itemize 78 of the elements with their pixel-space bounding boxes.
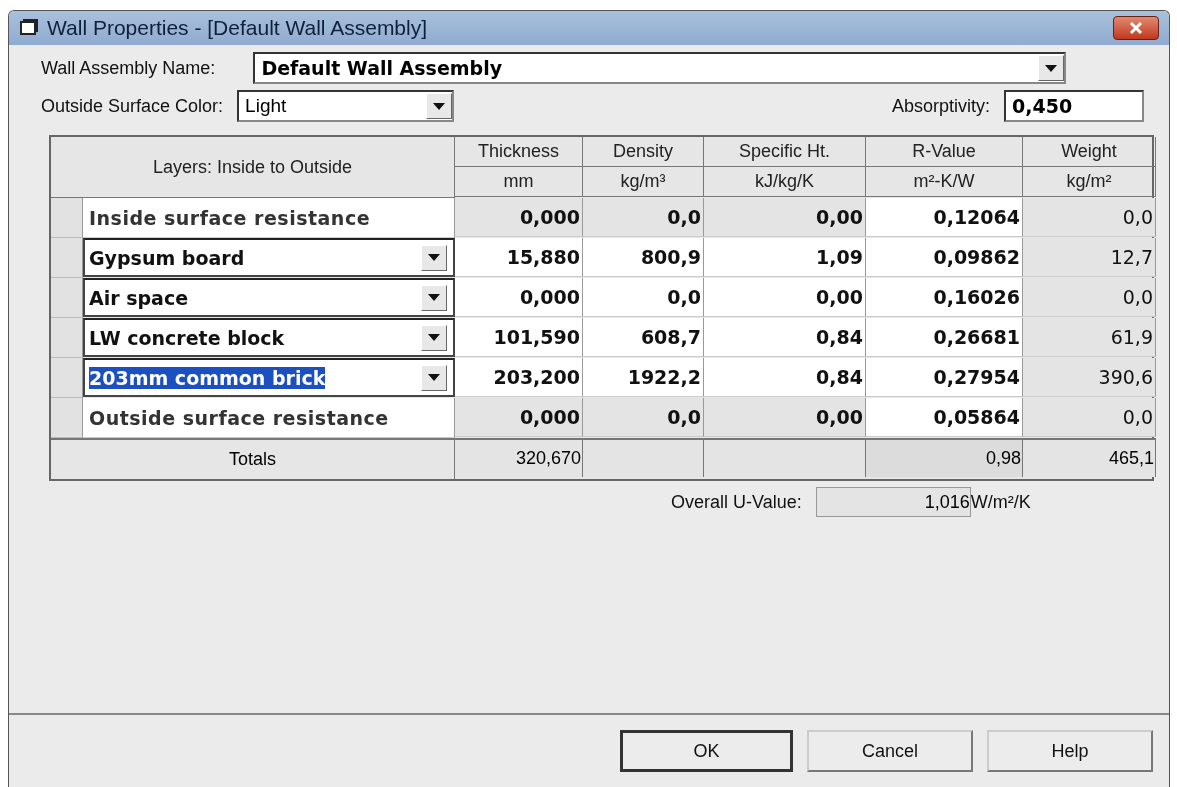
- column-header: Density: [583, 137, 704, 167]
- column-unit: mm: [455, 167, 583, 197]
- table-cell: 0,0: [1023, 398, 1156, 437]
- table-cell: 203,200: [455, 358, 583, 397]
- table-cell: 0,09862: [866, 238, 1023, 277]
- layer-name: Inside surface resistance: [83, 198, 455, 238]
- row-selector[interactable]: [51, 238, 83, 278]
- table-cell: 0,84: [704, 318, 866, 357]
- column-unit: kJ/kg/K: [704, 167, 866, 197]
- table-cell: 0,0: [1023, 198, 1156, 237]
- table-cell: 0,000: [455, 398, 583, 437]
- table-cell: 0,0: [583, 398, 704, 437]
- dropdown-arrow-icon: [428, 374, 440, 381]
- layer-dropdown[interactable]: LW concrete block: [83, 318, 455, 357]
- dropdown-arrow-icon: [428, 294, 440, 301]
- dialog-button[interactable]: Cancel: [807, 730, 973, 772]
- assembly-name-dropdown[interactable]: Default Wall Assembly: [253, 52, 1067, 84]
- totals-label: Totals: [51, 438, 455, 479]
- row-selector[interactable]: [51, 398, 83, 438]
- table-cell: 800,9: [583, 238, 704, 277]
- row-selector[interactable]: [51, 318, 83, 358]
- close-button[interactable]: [1113, 16, 1159, 40]
- table-cell: 1922,2: [583, 358, 704, 397]
- table-cell: 0,84: [704, 358, 866, 397]
- absorptivity-field[interactable]: 0,450: [1004, 90, 1144, 122]
- table-cell: 0,0: [583, 278, 704, 317]
- row-selector[interactable]: [51, 198, 83, 238]
- dropdown-arrow-icon: [428, 254, 440, 261]
- u-value-label: Overall U-Value:: [671, 491, 802, 513]
- dialog-button[interactable]: Help: [987, 730, 1153, 772]
- table-cell: 0,26681: [866, 318, 1023, 357]
- column-header: Thickness: [455, 137, 583, 167]
- u-value-unit: W/m²/K: [970, 491, 1031, 513]
- dropdown-arrow-icon: [428, 334, 440, 341]
- row-selector[interactable]: [51, 358, 83, 398]
- table-cell: 61,9: [1023, 318, 1156, 357]
- table-cell: 1,09: [704, 238, 866, 277]
- layer-dropdown[interactable]: Air space: [83, 278, 455, 317]
- u-value-field: 1,016: [815, 487, 971, 517]
- window-title: Wall Properties - [Default Wall Assembly]: [47, 16, 429, 40]
- surface-color-dropdown[interactable]: Light: [237, 90, 455, 122]
- table-cell: 0,16026: [866, 278, 1023, 317]
- row-selector[interactable]: [51, 278, 83, 318]
- table-cell: 0,000: [455, 278, 583, 317]
- dialog-button[interactable]: OK: [620, 730, 793, 772]
- column-header: Weight: [1023, 137, 1156, 167]
- table-cell: 12,7: [1023, 238, 1156, 277]
- close-icon: [1129, 21, 1143, 35]
- column-header: Specific Ht.: [704, 137, 866, 167]
- table-cell: 0,0: [583, 198, 704, 237]
- dropdown-arrow-icon: [433, 102, 446, 110]
- table-cell: 0,000: [455, 198, 583, 237]
- column-unit: kg/m³: [583, 167, 704, 197]
- field-label: Outside Surface Color:: [41, 95, 224, 117]
- table-cell: 101,590: [455, 318, 583, 357]
- field-label: Absorptivity:: [891, 95, 990, 117]
- table-cell: 0,98: [866, 438, 1023, 477]
- table-cell: 0,27954: [866, 358, 1023, 397]
- table-cell: 0,0: [1023, 278, 1156, 317]
- table-cell: 15,880: [455, 238, 583, 277]
- table-cell: 390,6: [1023, 358, 1156, 397]
- column-unit: kg/m²: [1023, 167, 1156, 197]
- layer-name: Outside surface resistance: [83, 398, 455, 438]
- layer-dropdown[interactable]: 203mm common brick: [83, 358, 455, 397]
- table-cell: 0,00: [704, 398, 866, 437]
- dropdown-arrow-icon: [1045, 64, 1058, 72]
- table-cell: 608,7: [583, 318, 704, 357]
- window-icon: [19, 19, 39, 37]
- layer-dropdown[interactable]: Gypsum board: [83, 238, 455, 277]
- table-cell: 465,1: [1023, 438, 1156, 477]
- table-cell: 0,05864: [866, 398, 1023, 437]
- table-cell: 320,670: [455, 438, 583, 477]
- field-label: Wall Assembly Name:: [41, 57, 216, 79]
- column-header: R-Value: [866, 137, 1023, 167]
- table-cell: 0,12064: [866, 198, 1023, 237]
- column-unit: m²-K/W: [866, 167, 1023, 197]
- table-cell: 0,00: [704, 278, 866, 317]
- table-cell: 0,00: [704, 198, 866, 237]
